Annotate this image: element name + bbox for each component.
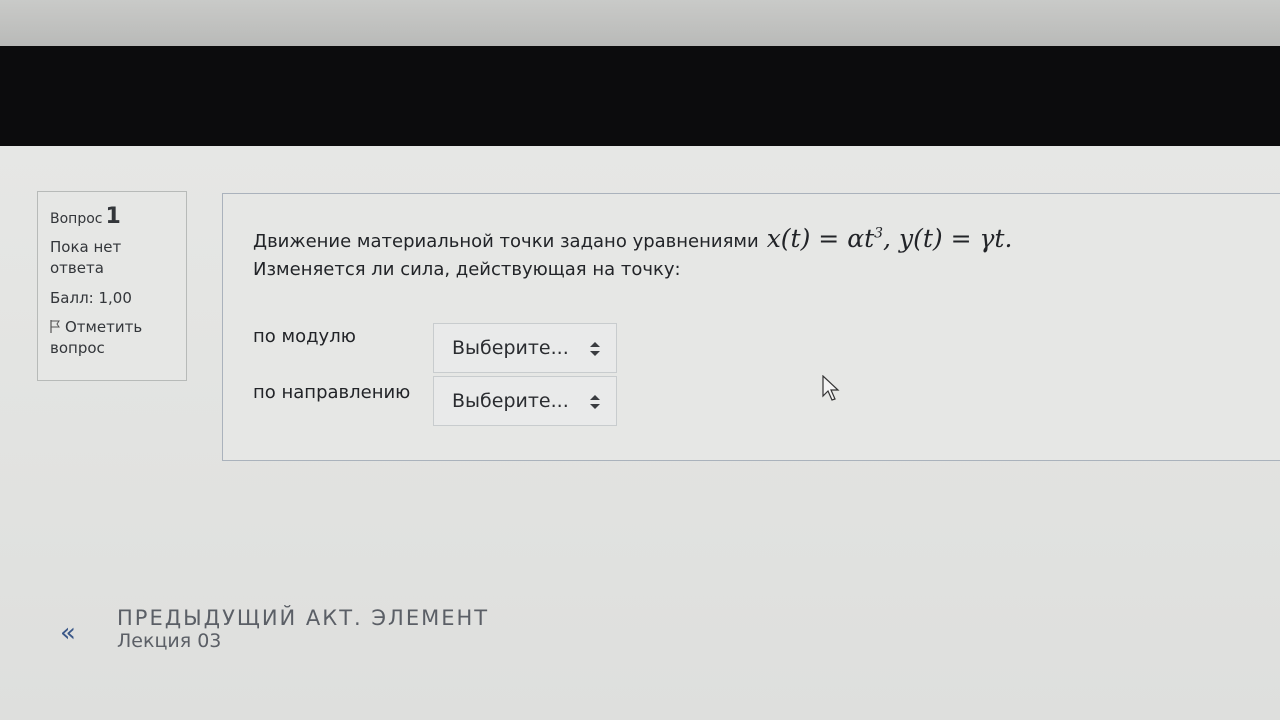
- formula-y: , y(t) = γt.: [883, 224, 1013, 253]
- formula-x: x(t) = αt: [766, 224, 875, 253]
- state-line-1: Пока нет: [50, 238, 122, 256]
- question-content: Движение материальной точки задано уравн…: [222, 193, 1280, 461]
- question-grade: Балл: 1,00: [50, 289, 132, 307]
- updown-arrows-icon: [590, 395, 600, 409]
- double-chevron-left-icon: «: [60, 618, 76, 648]
- question-state: Пока нет ответа: [50, 237, 174, 279]
- question-label: Вопрос: [50, 211, 103, 227]
- select-direction[interactable]: Выберите...: [433, 376, 617, 426]
- question-number: Вопрос 1: [50, 204, 174, 229]
- question-number-value: 1: [105, 204, 121, 229]
- monitor-bezel: [0, 0, 1280, 46]
- select-magnitude-value: Выберите...: [452, 337, 569, 359]
- black-bar: [0, 46, 1280, 146]
- select-magnitude[interactable]: Выберите...: [433, 323, 617, 373]
- quiz-page: Вопрос 1 Пока нет ответа Балл: 1,00 Отмет…: [0, 146, 1280, 720]
- question-text: Движение материальной точки задано уравн…: [253, 224, 1012, 280]
- row-label-magnitude: по модулю: [253, 326, 356, 347]
- previous-activity-title: ПРЕДЫДУЩИЙ АКТ. ЭЛЕМЕНТ: [117, 606, 490, 630]
- select-direction-value: Выберите...: [452, 390, 569, 412]
- state-line-2: ответа: [50, 259, 104, 277]
- equation: x(t) = αt3, y(t) = γt.: [767, 224, 1013, 253]
- row-label-direction: по направлению: [253, 382, 411, 403]
- updown-arrows-icon: [590, 342, 600, 356]
- question-text-line-1: Движение материальной точки задано уравн…: [253, 231, 759, 252]
- formula-exponent: 3: [874, 225, 884, 242]
- flag-icon: [50, 320, 60, 333]
- mouse-cursor-icon: [822, 375, 840, 401]
- question-info-box: Вопрос 1 Пока нет ответа Балл: 1,00 Отмет…: [37, 191, 187, 381]
- flag-line-1: Отметить: [65, 318, 143, 336]
- flag-line-2: вопрос: [50, 339, 105, 357]
- flag-question-link[interactable]: Отметить вопрос: [50, 317, 174, 359]
- previous-activity-name: Лекция 03: [117, 630, 222, 652]
- question-text-line-2: Изменяется ли сила, действующая на точку…: [253, 259, 681, 280]
